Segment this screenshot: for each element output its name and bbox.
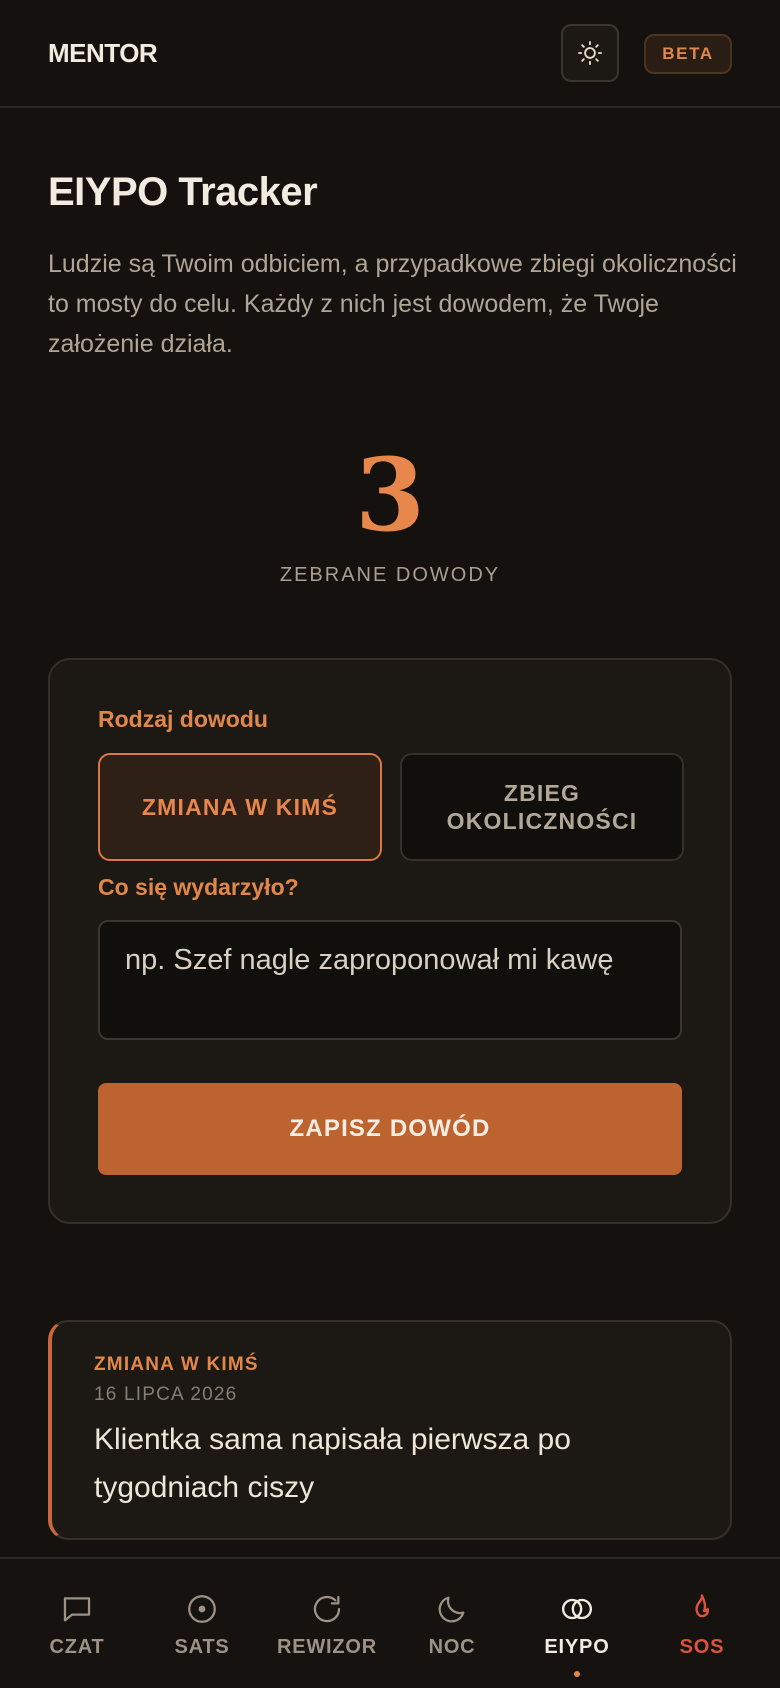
entry-text: Klientka sama napisała pierwsza po tygod…	[94, 1423, 571, 1504]
target-icon	[188, 1595, 216, 1623]
app-brand[interactable]: MENTOR	[48, 38, 158, 69]
entry-date: 16 LIPCA 2026	[94, 1384, 238, 1405]
nav-label: CZAT	[49, 1636, 105, 1658]
nav-item-rewizor[interactable]: REWIZOR	[262, 1559, 392, 1688]
moon-icon	[438, 1596, 465, 1623]
type-option-label: ZBIEG OKOLICZNOŚCI	[446, 780, 638, 834]
evidence-form: Rodzaj dowodu ZMIANA W KIMŚ ZBIEG OKOLIC…	[48, 658, 732, 1224]
page-description: Ludzie są Twoim odbiciem, a przypadkowe …	[48, 250, 737, 358]
beta-badge: BETA	[644, 34, 732, 74]
event-placeholder: np. Szef nagle zaproponował mi kawę	[125, 944, 614, 976]
sun-icon	[577, 40, 603, 66]
bottom-navigation: CZAT SATS REWIZOR NOC EIYPO SOS	[0, 1557, 780, 1688]
event-text-field[interactable]: np. Szef nagle zaproponował mi kawę	[98, 920, 682, 1040]
theme-toggle-button[interactable]	[561, 24, 619, 82]
nav-label: SOS	[679, 1636, 725, 1658]
type-option-change-in-someone[interactable]: ZMIANA W KIMŚ	[98, 753, 382, 861]
type-option-label: ZMIANA W KIMŚ	[141, 794, 339, 820]
nav-item-sats[interactable]: SATS	[137, 1559, 267, 1688]
nav-item-eiypo[interactable]: EIYPO	[512, 1559, 642, 1688]
type-option-coincidence[interactable]: ZBIEG OKOLICZNOŚCI	[400, 753, 684, 861]
nav-label: EIYPO	[544, 1636, 610, 1658]
save-evidence-button[interactable]: ZAPISZ DOWÓD	[98, 1083, 682, 1175]
nav-label: SATS	[174, 1636, 230, 1658]
nav-item-sos[interactable]: SOS	[637, 1559, 767, 1688]
entry-type: ZMIANA W KIMŚ	[94, 1354, 259, 1375]
event-field-label: Co się wydarzyło?	[98, 874, 299, 900]
evidence-type-label: Rodzaj dowodu	[98, 706, 268, 732]
active-indicator	[574, 1671, 580, 1677]
nav-item-noc[interactable]: NOC	[387, 1559, 517, 1688]
evidence-count-label: ZEBRANE DOWODY	[279, 564, 501, 586]
nav-label: REWIZOR	[276, 1636, 378, 1658]
flame-icon	[695, 1594, 709, 1618]
rings-icon	[561, 1598, 593, 1620]
refresh-icon	[313, 1595, 341, 1623]
nav-label: NOC	[428, 1636, 476, 1658]
chat-icon	[63, 1597, 91, 1622]
evidence-count: 3	[355, 436, 425, 554]
nav-item-czat[interactable]: CZAT	[12, 1559, 142, 1688]
page-title: EIYPO Tracker	[48, 170, 318, 214]
app-header: MENTOR BETA	[0, 0, 780, 108]
evidence-entry[interactable]: ZMIANA W KIMŚ 16 LIPCA 2026 Klientka sam…	[48, 1320, 732, 1540]
